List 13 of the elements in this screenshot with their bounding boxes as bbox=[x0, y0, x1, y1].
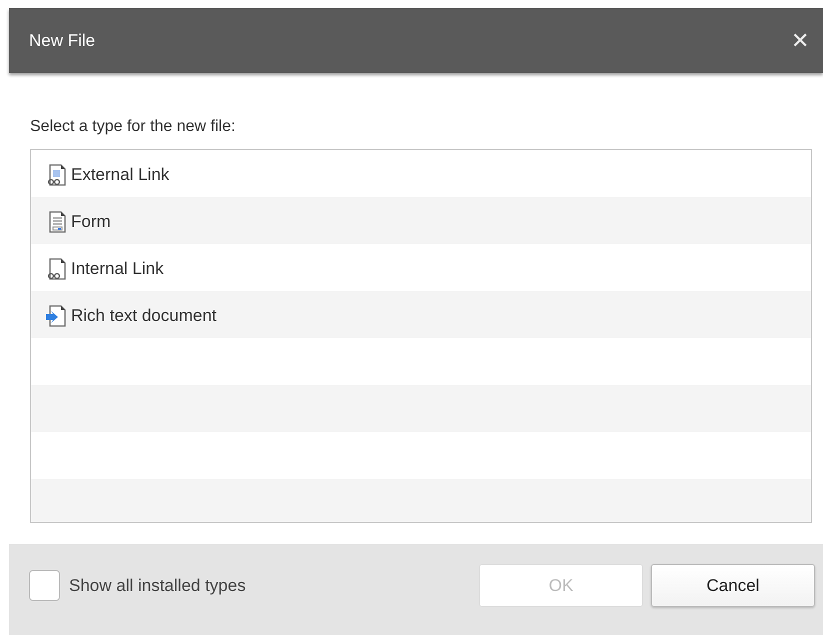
type-list-item[interactable]: External Link bbox=[31, 151, 811, 198]
checkbox[interactable] bbox=[29, 570, 60, 601]
link-document-icon bbox=[45, 162, 67, 186]
dialog-button[interactable]: Cancel bbox=[651, 564, 815, 607]
window-title: New File bbox=[29, 30, 96, 52]
prompt-label: Select a type for the new file: bbox=[30, 117, 236, 137]
type-list-item[interactable]: Rich text document bbox=[31, 292, 811, 339]
type-list-item[interactable]: Internal Link bbox=[31, 245, 811, 292]
type-list-item[interactable]: Form bbox=[31, 198, 811, 245]
checkbox-label[interactable]: Show all installed types bbox=[69, 572, 246, 598]
close-button[interactable]: ✕ bbox=[789, 30, 811, 52]
link-document-icon bbox=[45, 256, 67, 280]
document-arrow-icon bbox=[45, 304, 67, 328]
